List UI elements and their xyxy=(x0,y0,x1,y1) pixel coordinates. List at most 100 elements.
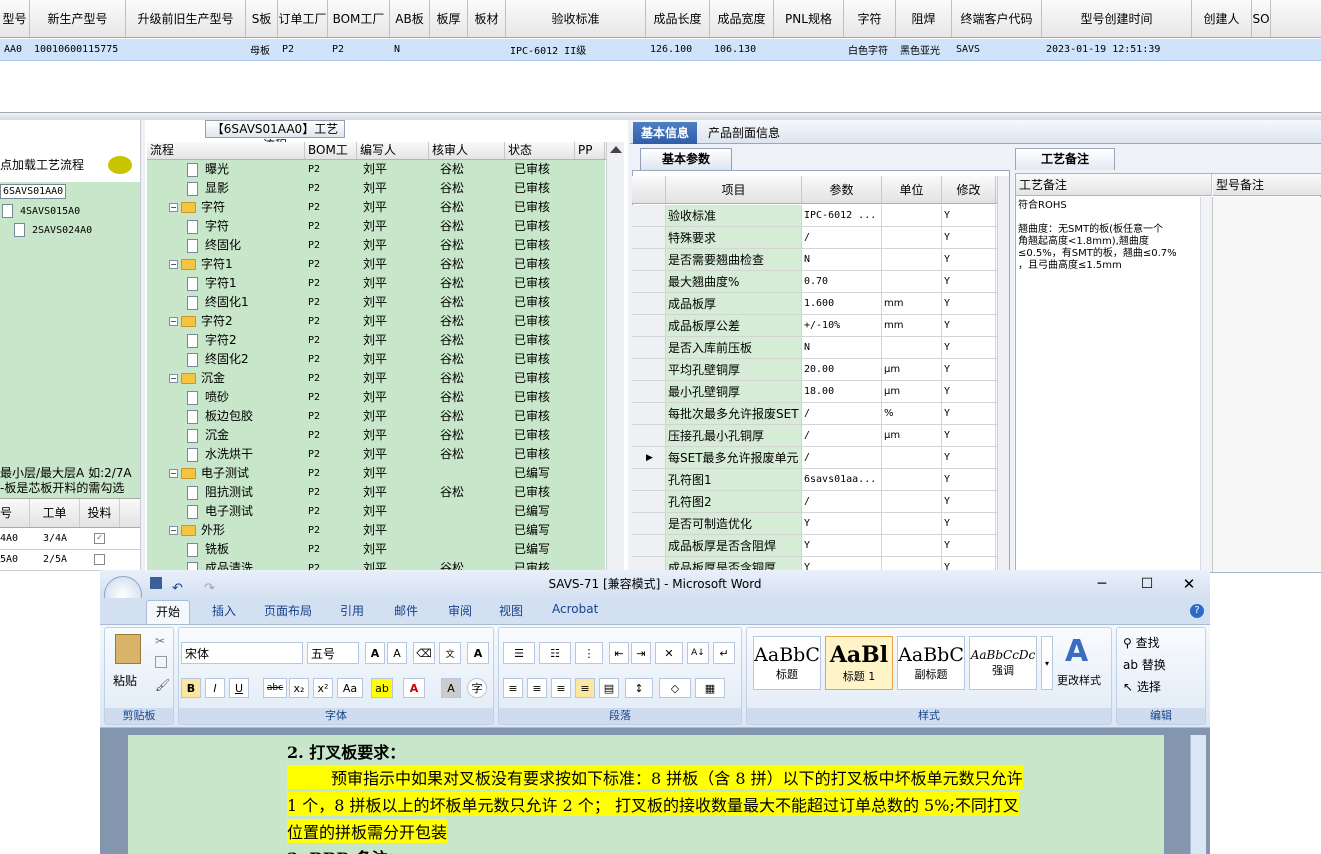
close-icon[interactable]: ✕ xyxy=(1174,570,1204,598)
char-shading-icon[interactable]: A xyxy=(441,678,461,698)
param-row[interactable]: 成品板厚 1.600 mm Y xyxy=(632,293,997,315)
change-styles-icon[interactable]: A xyxy=(1065,634,1088,669)
grid-cell[interactable] xyxy=(1192,39,1252,60)
param-value[interactable]: N xyxy=(802,249,882,270)
tab-insert[interactable]: 插入 xyxy=(212,602,236,619)
collapse-icon[interactable]: − xyxy=(169,260,178,269)
param-value[interactable]: 6savs01aa... xyxy=(802,469,882,490)
flow-row[interactable]: 字符 P2 刘平 谷松 已审核 xyxy=(147,217,605,236)
row-selector[interactable] xyxy=(632,425,666,446)
scroll-up-icon[interactable] xyxy=(610,146,622,153)
row-selector[interactable] xyxy=(632,315,666,336)
bold-icon[interactable]: B xyxy=(181,678,201,698)
highlight-icon[interactable]: ab xyxy=(371,678,393,698)
load-flow-bar[interactable]: 点加载工艺流程 xyxy=(0,148,140,182)
row-selector[interactable] xyxy=(632,227,666,248)
param-value[interactable]: N xyxy=(802,337,882,358)
flow-row[interactable]: 电子测试 P2 刘平 已编写 xyxy=(147,502,605,521)
grid-cell[interactable]: SAVS xyxy=(952,39,1042,60)
paste-button[interactable]: 粘贴 xyxy=(113,672,137,689)
row-selector[interactable] xyxy=(632,513,666,534)
bullets-icon[interactable]: ☰ xyxy=(503,642,535,664)
flow-row[interactable]: 终固化2 P2 刘平 谷松 已审核 xyxy=(147,350,605,369)
justify-icon[interactable]: ≡ xyxy=(575,678,595,698)
param-row[interactable]: 是否入库前压板 N Y xyxy=(632,337,997,359)
grid-cell[interactable]: AA0 xyxy=(0,39,30,60)
flow-row[interactable]: 沉金 P2 刘平 谷松 已审核 xyxy=(147,426,605,445)
tab-profile-info[interactable]: 产品剖面信息 xyxy=(708,122,780,144)
param-value[interactable]: 18.00 xyxy=(802,381,882,402)
param-value[interactable]: 0.70 xyxy=(802,271,882,292)
checkbox[interactable] xyxy=(94,554,105,565)
splitter[interactable] xyxy=(0,112,1321,120)
mini-grid-row[interactable]: 4A0 3/4A ✓ xyxy=(0,529,140,550)
flow-row[interactable]: 终固化1 P2 刘平 谷松 已审核 xyxy=(147,293,605,312)
grid-cell[interactable]: 黑色亚光 xyxy=(896,39,952,60)
grid-cell[interactable]: P2 xyxy=(328,39,390,60)
mini-grid-row[interactable]: 5A0 2/5A xyxy=(0,550,140,571)
param-value[interactable]: / xyxy=(802,425,882,446)
font-color-icon[interactable]: A xyxy=(403,678,425,698)
grid-cell[interactable] xyxy=(468,39,506,60)
subscript-icon[interactable]: x₂ xyxy=(289,678,309,698)
align-center-icon[interactable]: ≡ xyxy=(527,678,547,698)
flow-row[interactable]: − 字符1 P2 刘平 谷松 已审核 xyxy=(147,255,605,274)
param-row[interactable]: 是否可制造优化 Y Y xyxy=(632,513,997,535)
tab-home[interactable]: 开始 xyxy=(146,600,190,624)
font-size-select[interactable]: 五号 xyxy=(307,642,359,664)
grid-cell[interactable]: 白色字符 xyxy=(844,39,896,60)
collapse-icon[interactable]: − xyxy=(169,374,178,383)
checkbox[interactable]: ✓ xyxy=(94,533,105,544)
flow-row[interactable]: − 字符 P2 刘平 谷松 已审核 xyxy=(147,198,605,217)
chat-bubble-icon[interactable] xyxy=(108,156,132,174)
memo-scrollbar[interactable] xyxy=(1200,197,1212,572)
font-name-select[interactable]: 宋体 xyxy=(181,642,303,664)
tab-review[interactable]: 审阅 xyxy=(448,602,472,619)
flow-row[interactable]: 板边包胶 P2 刘平 谷松 已审核 xyxy=(147,407,605,426)
row-selector[interactable] xyxy=(632,271,666,292)
flow-row[interactable]: 字符1 P2 刘平 谷松 已审核 xyxy=(147,274,605,293)
style-emphasis[interactable]: AaBbCcDc 强调 xyxy=(969,636,1037,690)
param-row[interactable]: ▶ 每SET最多允许报废单元 / Y xyxy=(632,447,997,469)
increase-indent-icon[interactable]: ⇥ xyxy=(631,642,651,664)
select-all-corner[interactable] xyxy=(632,176,666,203)
line-spacing-icon[interactable]: ↕ xyxy=(625,678,653,698)
param-row[interactable]: 最大翘曲度% 0.70 Y xyxy=(632,271,997,293)
change-case-icon[interactable]: Aa xyxy=(337,678,363,698)
style-title[interactable]: AaBbC 标题 xyxy=(753,636,821,690)
tab-view[interactable]: 视图 xyxy=(499,602,523,619)
flow-row[interactable]: 水洗烘干 P2 刘平 谷松 已审核 xyxy=(147,445,605,464)
styles-more-icon[interactable]: ▾ xyxy=(1041,636,1053,690)
align-left-icon[interactable]: ≡ xyxy=(503,678,523,698)
flow-row[interactable]: 显影 P2 刘平 谷松 已审核 xyxy=(147,179,605,198)
param-row[interactable]: 成品板厚是否含阻焊 Y Y xyxy=(632,535,997,557)
tab-process-memo[interactable]: 工艺备注 xyxy=(1015,148,1115,170)
paste-icon[interactable] xyxy=(115,634,141,664)
row-selector[interactable] xyxy=(632,205,666,226)
param-row[interactable]: 验收标准 IPC-6012 ... Y xyxy=(632,205,997,227)
param-row[interactable]: 每批次最多允许报废SET /% Y xyxy=(632,403,997,425)
sort-icon[interactable]: A↓ xyxy=(687,642,709,664)
param-value[interactable]: / xyxy=(802,403,882,424)
params-scrollbar[interactable] xyxy=(997,176,1009,570)
row-selector[interactable]: ▶ xyxy=(632,447,666,468)
clear-format-icon[interactable]: ⌫ xyxy=(413,642,435,664)
param-row[interactable]: 特殊要求 / Y xyxy=(632,227,997,249)
row-selector[interactable] xyxy=(632,381,666,402)
param-value[interactable]: 1.600 xyxy=(802,293,882,314)
param-value[interactable]: +/-10% xyxy=(802,315,882,336)
param-value[interactable]: / xyxy=(802,227,882,248)
save-icon[interactable] xyxy=(150,577,162,589)
decrease-indent-icon[interactable]: ⇤ xyxy=(609,642,629,664)
underline-icon[interactable]: U xyxy=(229,678,249,698)
help-icon[interactable]: ? xyxy=(1190,604,1204,618)
grid-cell[interactable]: P2 xyxy=(278,39,328,60)
row-selector[interactable] xyxy=(632,293,666,314)
phonetic-icon[interactable]: 文 xyxy=(439,642,461,664)
process-memo-text[interactable]: 符合ROHS 翘曲度：无SMT的板(板任意一个 角翘起高度<1.8mm),翘曲度 ≤0… xyxy=(1018,200,1198,272)
change-styles-button[interactable]: 更改样式 xyxy=(1057,672,1101,688)
select-button[interactable]: ↖ 选择 xyxy=(1123,678,1161,695)
collapse-icon[interactable]: − xyxy=(169,203,178,212)
grid-cell[interactable] xyxy=(774,39,844,60)
italic-icon[interactable]: I xyxy=(205,678,225,698)
